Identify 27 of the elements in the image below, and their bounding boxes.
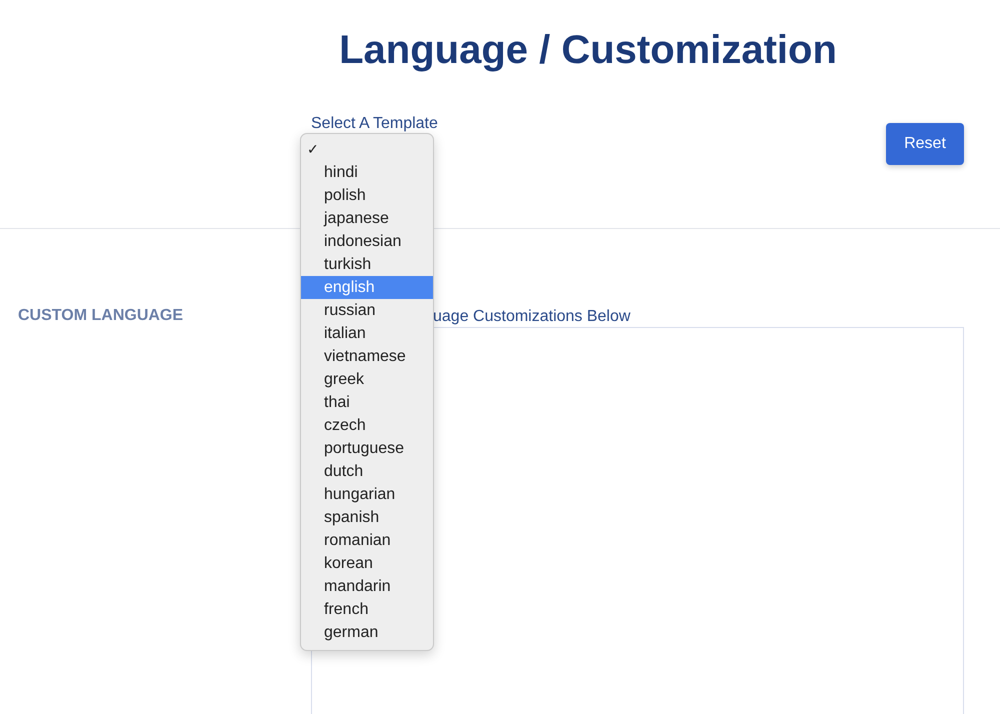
checkmark-option[interactable]: ✓ bbox=[301, 138, 433, 161]
menu-option[interactable]: vietnamese bbox=[301, 345, 433, 368]
menu-option[interactable]: turkish bbox=[301, 253, 433, 276]
menu-option[interactable]: german bbox=[301, 621, 433, 644]
menu-option[interactable]: portuguese bbox=[301, 437, 433, 460]
menu-option[interactable]: mandarin bbox=[301, 575, 433, 598]
menu-option[interactable]: korean bbox=[301, 552, 433, 575]
page-title: Language / Customization bbox=[338, 27, 838, 74]
menu-option[interactable]: hungarian bbox=[301, 483, 433, 506]
menu-option[interactable]: thai bbox=[301, 391, 433, 414]
menu-option[interactable]: french bbox=[301, 598, 433, 621]
menu-option[interactable]: czech bbox=[301, 414, 433, 437]
field-label: uage Customizations Below bbox=[433, 307, 630, 327]
menu-option[interactable]: russian bbox=[301, 299, 433, 322]
template-label: Select A Template bbox=[311, 115, 438, 132]
reset-button[interactable]: Reset bbox=[886, 123, 964, 165]
menu-option[interactable]: greek bbox=[301, 368, 433, 391]
menu-option[interactable]: indonesian bbox=[301, 230, 433, 253]
menu-option[interactable]: hindi bbox=[301, 161, 433, 184]
menu-option[interactable]: spanish bbox=[301, 506, 433, 529]
menu-option[interactable]: english bbox=[301, 276, 433, 299]
menu-option[interactable]: dutch bbox=[301, 460, 433, 483]
section-heading: CUSTOM LANGUAGE bbox=[18, 307, 184, 324]
menu-option[interactable]: romanian bbox=[301, 529, 433, 552]
menu-option[interactable]: japanese bbox=[301, 207, 433, 230]
menu-option[interactable]: polish bbox=[301, 184, 433, 207]
menu-option[interactable]: italian bbox=[301, 322, 433, 345]
